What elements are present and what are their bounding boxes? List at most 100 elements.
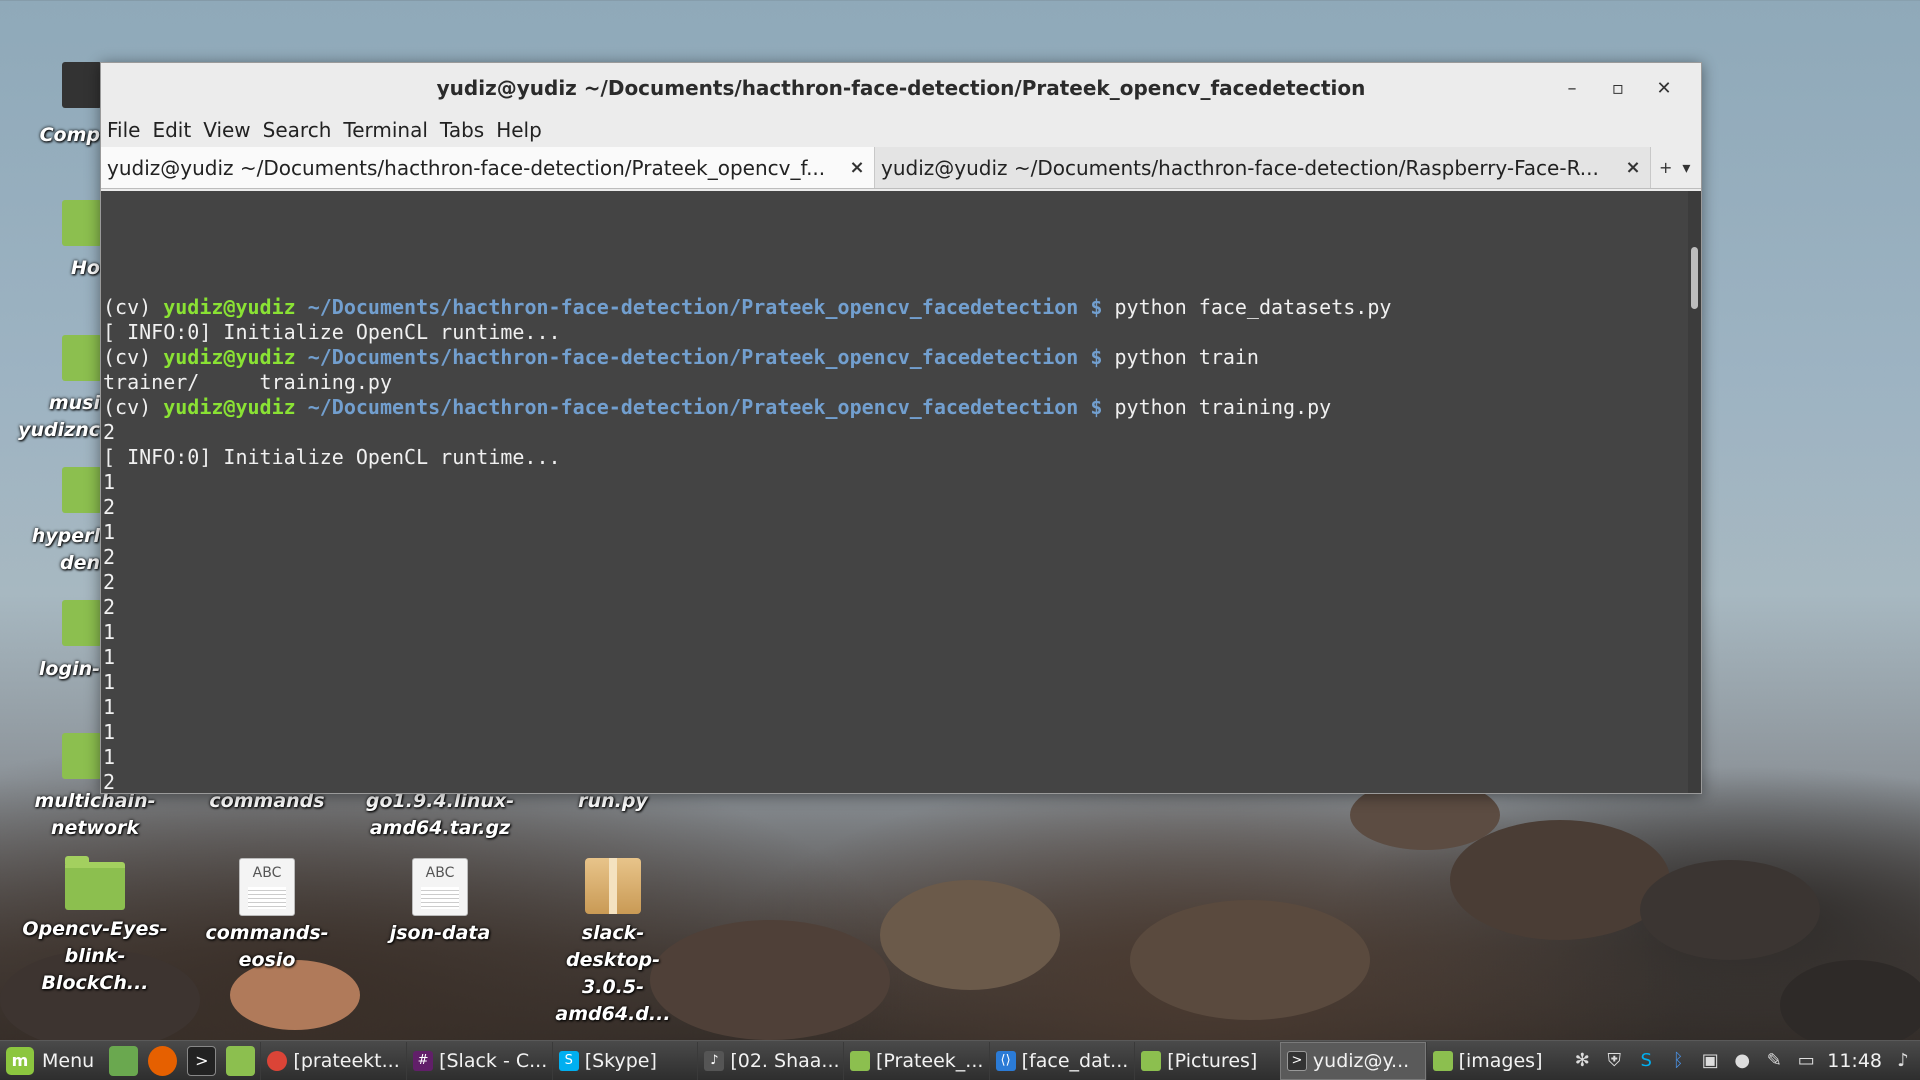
menu-search[interactable]: Search [263,118,338,142]
task-skype[interactable]: S [Skype] [551,1041,698,1080]
task-label: [Skype] [584,1049,657,1072]
terminal-line: 1 [103,720,116,744]
clock[interactable]: 11:48 [1827,1050,1882,1072]
command-text: python train [1114,345,1259,369]
tab-close-icon[interactable]: × [846,157,868,178]
command-text: python face_datasets.py [1114,295,1392,319]
start-menu-button[interactable]: m Menu [0,1041,104,1080]
desktop-icon-label: Ho [71,257,100,279]
background-rock [1130,900,1370,1020]
window-controls: – ▫ ✕ [1549,73,1687,103]
tab-prateek-opencv[interactable]: yudiz@yudiz ~/Documents/hacthron-face-de… [101,147,875,188]
menu-tabs[interactable]: Tabs [440,118,490,142]
firefox-icon[interactable] [148,1045,178,1076]
folder-icon [1141,1050,1162,1071]
task-folder-images[interactable]: [images] [1425,1041,1572,1080]
folder-icon[interactable] [62,335,102,381]
shield-icon[interactable]: ⛨ [1603,1050,1625,1072]
document-lines [248,887,286,909]
task-media-player[interactable]: ♪ [02. Shaa... [697,1041,843,1080]
background-rock [880,880,1060,990]
tab-bar: yudiz@yudiz ~/Documents/hacthron-face-de… [101,147,1701,189]
task-slack[interactable]: # [Slack - C... [406,1041,552,1080]
show-desktop-icon[interactable] [109,1045,139,1076]
desktop-icon-slack-deb[interactable]: slack-desktop-3.0.5-amd64.d... [538,858,688,1028]
new-tab-icon[interactable]: + [1659,158,1672,177]
desktop-icon-music[interactable]: musi yudiznc [5,390,100,444]
task-folder-prateek[interactable]: [Prateek_... [842,1041,989,1080]
text-document-icon: ABC [412,858,468,916]
volume-icon[interactable]: ♪ [1892,1050,1914,1072]
bluetooth-icon[interactable]: ᛒ [1667,1050,1689,1072]
minimize-button[interactable]: – [1549,73,1595,103]
folder-icon[interactable] [62,600,102,646]
pen-icon[interactable]: ✎ [1763,1050,1785,1072]
scrollbar-thumb[interactable] [1691,247,1698,309]
folder-icon[interactable] [62,733,102,779]
desktop-icon-computer[interactable]: Comp [5,122,100,149]
desktop-icon-home[interactable]: Ho [5,255,100,282]
menu-edit[interactable]: Edit [152,118,197,142]
close-button[interactable]: ✕ [1641,73,1687,103]
files-launcher-icon[interactable] [226,1045,256,1076]
terminal-output[interactable]: (cv) yudiz@yudiz ~/Documents/hacthron-fa… [101,191,1690,793]
desktop-icon-multichain-network[interactable]: multichain-network [20,788,170,842]
battery-icon[interactable]: ▭ [1795,1050,1817,1072]
menu-view[interactable]: View [203,118,256,142]
folder-icon [1432,1050,1453,1071]
maximize-button[interactable]: ▫ [1595,73,1641,103]
task-vscode[interactable]: ⟨⟩ [face_dat... [988,1041,1135,1080]
menu-file[interactable]: File [107,118,146,142]
tab-close-icon[interactable]: × [1622,157,1644,178]
desktop-icon-hyperledger[interactable]: hyperl den [5,523,100,577]
desktop-icon-commands-eosio[interactable]: ABC commands-eosio [192,858,342,974]
task-label: [Pictures] [1167,1049,1258,1072]
terminal-line: 1 [103,695,116,719]
desktop-icon-label: yudiznc [18,419,100,441]
task-terminal[interactable]: > yudiz@y... [1279,1041,1426,1080]
menu-help[interactable]: Help [496,118,548,142]
desktop-icon-label: multichain-network [34,790,156,839]
user-icon[interactable]: ● [1731,1050,1753,1072]
desktop-icon-go-archive[interactable]: go1.9.4.linux-amd64.tar.gz [365,788,515,842]
terminal-scrollbar[interactable] [1688,191,1701,793]
desktop-icon-label: slack-desktop-3.0.5-amd64.d... [555,922,671,1025]
desktop-icon-json-data[interactable]: ABC json-data [365,858,515,947]
title-bar[interactable]: yudiz@yudiz ~/Documents/hacthron-face-de… [101,63,1701,113]
terminal-line: [ INFO:0] Initialize OpenCL runtime... [103,320,561,344]
desktop-icon-opencv-eyes-blink[interactable]: Opencv-Eyes-blink-BlockCh... [20,856,170,997]
chrome-icon [267,1050,288,1071]
prompt-path: ~/Documents/hacthron-face-detection/Prat… [307,345,1079,369]
terminal-line: [ INFO:0] Initialize OpenCL runtime... [103,445,561,469]
window-title: yudiz@yudiz ~/Documents/hacthron-face-de… [436,76,1366,100]
tab-list-dropdown-icon[interactable]: ▾ [1682,158,1690,177]
terminal-line: (cv) yudiz@yudiz ~/Documents/hacthron-fa… [103,345,1391,370]
terminal-line: 1 [103,470,116,494]
prompt-sign: $ [1090,345,1103,369]
clipboard-icon[interactable]: ▣ [1699,1050,1721,1072]
desktop-icon-login[interactable]: login- [5,656,100,683]
folder-icon[interactable] [62,467,102,513]
command-text: python training.py [1114,395,1332,419]
menu-terminal[interactable]: Terminal [343,118,434,142]
terminal-line: 1 [103,670,116,694]
task-folder-pictures[interactable]: [Pictures] [1134,1041,1280,1080]
task-chrome[interactable]: [prateekt... [260,1041,406,1080]
folder-icon [65,856,125,910]
vscode-icon: ⟨⟩ [995,1050,1016,1071]
computer-icon[interactable] [62,62,102,108]
task-label: [Slack - C... [439,1049,548,1072]
background-rock [1640,860,1820,960]
system-tray: ✻ ⛨ S ᛒ ▣ ● ✎ ▭ 11:48 ♪ [1571,1050,1920,1072]
desktop-icon-label: Opencv-Eyes-blink-BlockCh... [22,918,168,994]
desktop-icon-label: login- [38,658,100,680]
terminal-launcher-icon[interactable]: > [187,1045,217,1076]
tab-raspberry-face[interactable]: yudiz@yudiz ~/Documents/hacthron-face-de… [875,147,1651,188]
desktop-icon-label: json-data [389,922,491,944]
skype-tray-icon[interactable]: S [1635,1050,1657,1072]
menu-label: Menu [42,1049,95,1072]
terminal-window[interactable]: yudiz@yudiz ~/Documents/hacthron-face-de… [100,62,1702,794]
terminal-line: 1 [103,745,116,769]
network-settings-icon[interactable]: ✻ [1571,1050,1593,1072]
home-folder-icon[interactable] [62,200,102,246]
